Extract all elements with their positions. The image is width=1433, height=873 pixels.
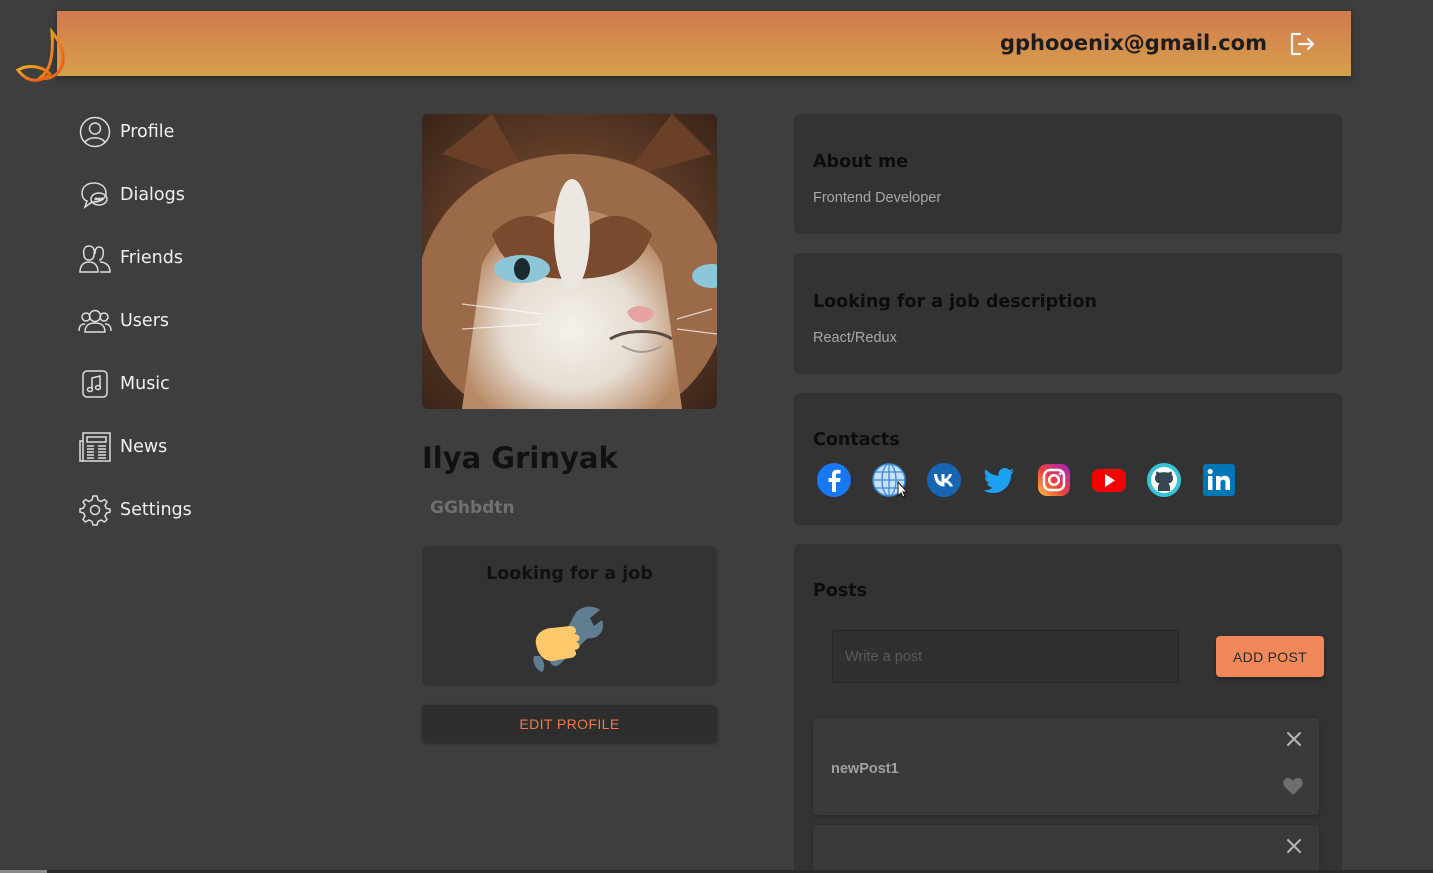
twitter-icon[interactable] (981, 462, 1017, 498)
post-message: newPost1 (831, 761, 899, 777)
website-icon[interactable] (871, 462, 909, 498)
music-icon (78, 367, 112, 401)
sidebar-item-news[interactable]: News (78, 415, 192, 478)
profile-status[interactable]: GGhbdtn (430, 498, 515, 518)
logout-icon[interactable] (1287, 29, 1317, 59)
job-description-title: Looking for a job description (813, 292, 1097, 312)
edit-profile-button[interactable]: EDIT PROFILE (422, 705, 717, 743)
youtube-icon[interactable] (1091, 462, 1127, 498)
sidebar-item-label: Friends (120, 247, 183, 268)
sidebar-item-label: Dialogs (120, 184, 185, 205)
sidebar-item-label: Profile (120, 121, 175, 142)
sidebar-item-label: Users (120, 310, 170, 331)
wrench-hand-icon (530, 602, 608, 678)
job-description-text: React/Redux (813, 330, 897, 346)
about-me-panel: About me Frontend Developer (794, 114, 1342, 234)
sidebar-item-label: Settings (120, 499, 192, 520)
settings-icon (78, 493, 112, 527)
news-icon (78, 430, 112, 464)
vk-icon[interactable] (926, 462, 962, 498)
github-icon[interactable] (1146, 462, 1182, 498)
contacts-title: Contacts (813, 430, 900, 450)
sidebar-item-label: Music (120, 373, 170, 394)
sidebar-item-dialogs[interactable]: Dialogs (78, 163, 192, 226)
dialogs-icon (78, 178, 112, 212)
profile-icon (78, 115, 112, 149)
app-header: gphooenix@gmail.com (57, 11, 1351, 76)
sidebar-item-users[interactable]: Users (78, 289, 192, 352)
sidebar-item-settings[interactable]: Settings (78, 478, 192, 541)
sidebar-item-music[interactable]: Music (78, 352, 192, 415)
job-status-title: Looking for a job (486, 564, 653, 584)
facebook-icon[interactable] (816, 462, 852, 498)
add-post-button[interactable]: ADD POST (1216, 636, 1324, 677)
sidebar-item-friends[interactable]: Friends (78, 226, 192, 289)
contacts-list (816, 462, 1237, 498)
job-status-card: Looking for a job (422, 546, 717, 686)
profile-full-name: Ilya Grinyak (422, 441, 618, 475)
profile-avatar (422, 114, 717, 409)
job-description-panel: Looking for a job description React/Redu… (794, 253, 1342, 374)
close-icon[interactable] (1285, 837, 1303, 855)
sidebar-item-profile[interactable]: Profile (78, 100, 192, 163)
linkedin-icon[interactable] (1201, 462, 1237, 498)
post-item (813, 825, 1319, 873)
friends-icon (78, 241, 112, 275)
sidebar-nav: Profile Dialogs Friends Users Music News… (78, 100, 192, 541)
post-input[interactable] (832, 630, 1179, 683)
instagram-icon[interactable] (1036, 462, 1072, 498)
post-item: newPost1 (813, 718, 1319, 815)
about-me-title: About me (813, 152, 909, 172)
user-email: gphooenix@gmail.com (999, 31, 1267, 55)
close-icon[interactable] (1285, 730, 1303, 748)
posts-title: Posts (813, 581, 868, 601)
users-icon (78, 304, 112, 338)
sidebar-item-label: News (120, 436, 168, 457)
heart-icon[interactable] (1282, 776, 1304, 796)
about-me-text: Frontend Developer (813, 190, 942, 206)
logo-icon[interactable] (14, 27, 74, 90)
contacts-panel: Contacts (794, 393, 1342, 525)
posts-panel: Posts ADD POST newPost1 (794, 544, 1342, 873)
